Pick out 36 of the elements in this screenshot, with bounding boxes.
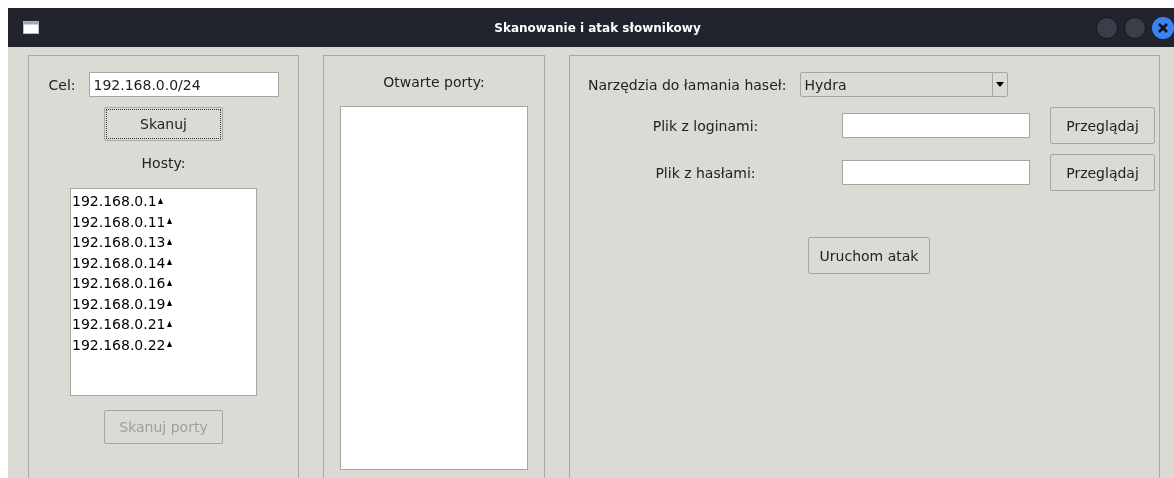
host-item[interactable]: 192.168.0.16: [72, 273, 166, 294]
open-ports-label: Otwarte porty:: [383, 74, 485, 90]
target-field[interactable]: 192.168.0.0/24: [88, 72, 279, 97]
glyph-icon: [166, 300, 172, 308]
browse-button[interactable]: Przeglądaj: [1050, 154, 1155, 191]
glyph-icon: [157, 197, 163, 205]
host-item[interactable]: 192.168.0.14: [72, 252, 166, 273]
file-label: Plik z hasłami:: [654, 164, 757, 181]
glyph-icon: [166, 238, 172, 246]
maximize-button[interactable]: [1124, 16, 1146, 39]
glyph-icon: [166, 341, 172, 349]
hosts-label: Hosty:: [141, 155, 186, 171]
run-attack-button[interactable]: Uruchom atak: [808, 237, 930, 274]
glyph-icon: [166, 259, 172, 267]
file-label: Plik z loginami:: [651, 117, 760, 134]
host-item[interactable]: 192.168.0.1: [72, 191, 157, 212]
window-title: Skanowanie i atak słownikowy: [493, 20, 701, 35]
glyph-icon: [166, 320, 172, 328]
glyph-icon: [166, 279, 172, 287]
glyph-icon: [166, 218, 172, 226]
browse-button[interactable]: Przeglądaj: [1050, 107, 1155, 144]
target-label: Cel:: [48, 76, 76, 93]
window-icon: [23, 21, 39, 34]
host-item[interactable]: 192.168.0.22: [72, 334, 166, 355]
tool-label: Narzędzia do łamania haseł:: [588, 76, 787, 93]
tool-dropdown[interactable]: Hydra: [800, 72, 1009, 97]
file-field[interactable]: [842, 160, 1030, 185]
scan-button[interactable]: Skanuj: [104, 107, 223, 141]
minimize-button[interactable]: [1096, 16, 1118, 39]
host-item[interactable]: 192.168.0.19: [72, 293, 166, 314]
close-icon[interactable]: [1152, 16, 1174, 39]
caret-icon: [996, 82, 1005, 87]
file-field[interactable]: [842, 113, 1030, 138]
host-item[interactable]: 192.168.0.21: [72, 314, 166, 335]
host-item[interactable]: 192.168.0.13: [72, 232, 166, 253]
host-item[interactable]: 192.168.0.11: [72, 211, 166, 232]
